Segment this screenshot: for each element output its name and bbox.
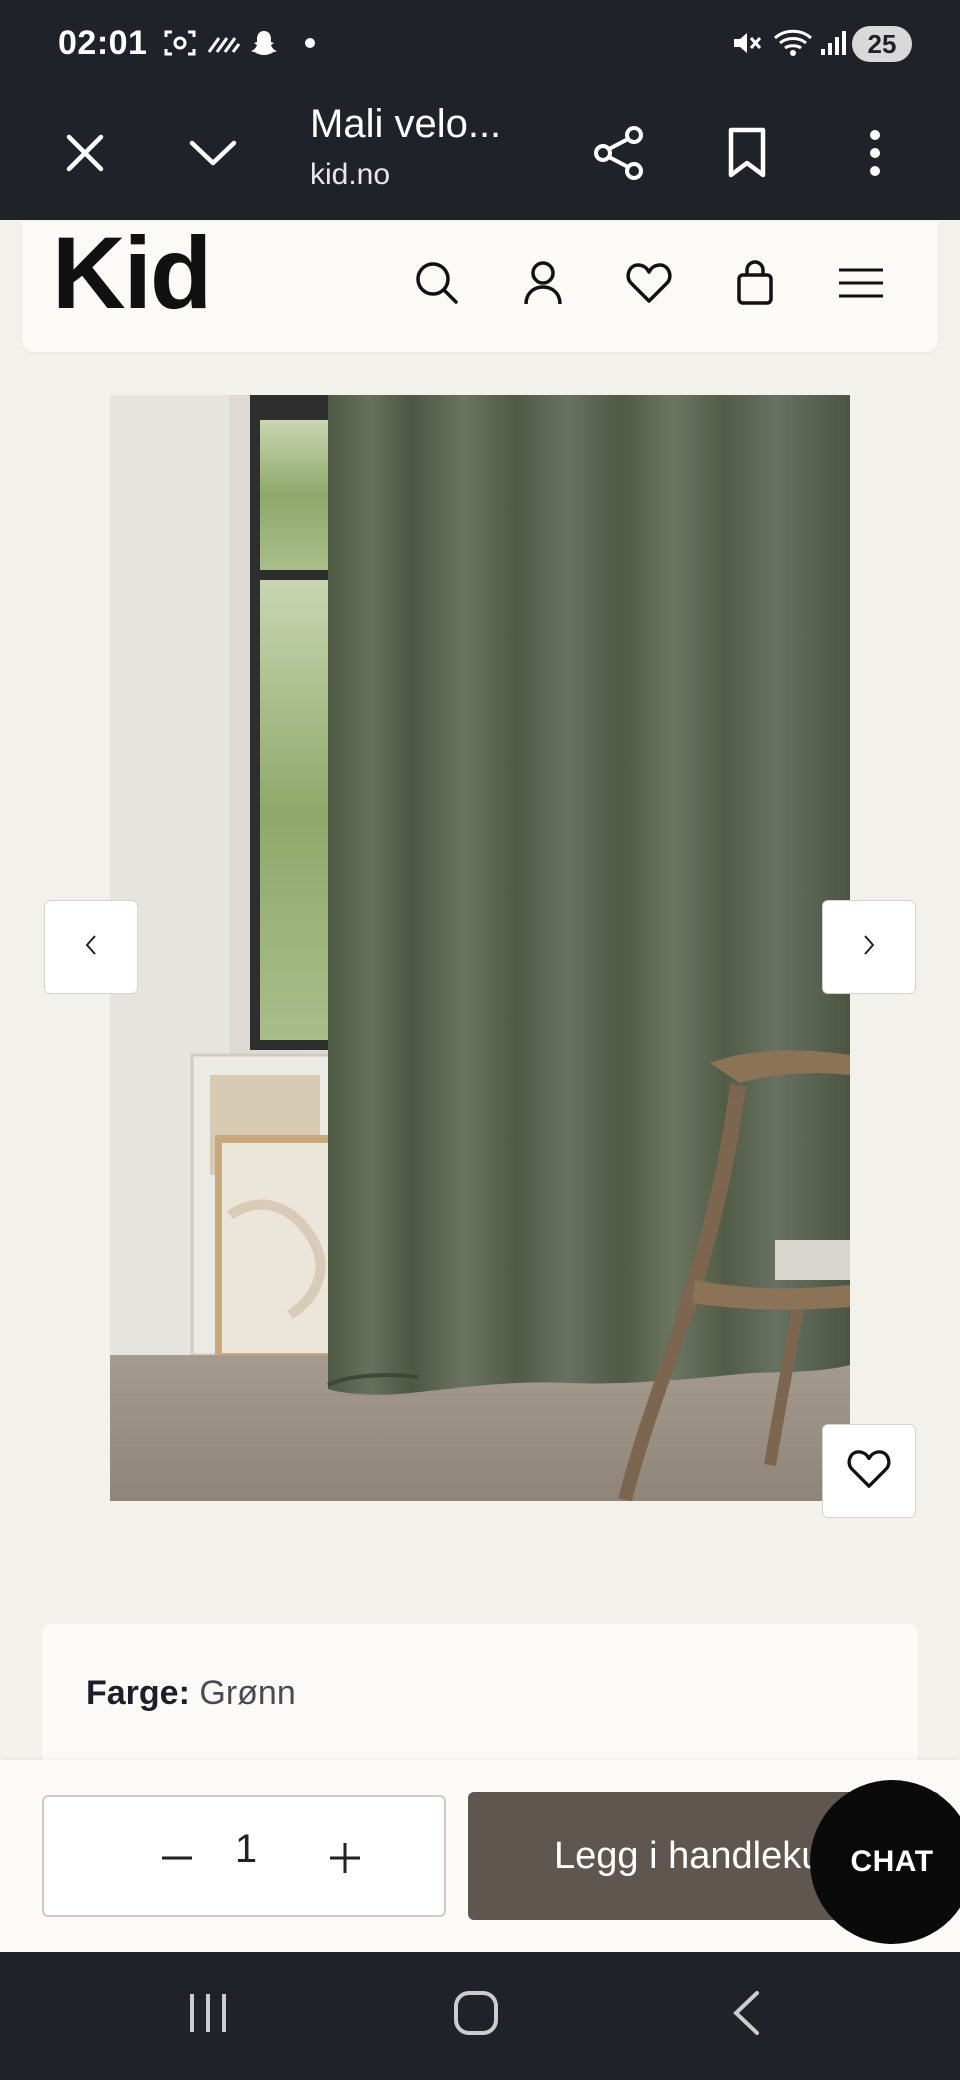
chevron-down-icon — [188, 138, 238, 173]
quantity-value[interactable]: 1 — [224, 1827, 268, 1872]
bookmark-icon — [727, 127, 767, 184]
user-icon — [523, 260, 563, 310]
more-vertical-icon — [868, 129, 882, 182]
browser-toolbar: Mali velo... kid.no — [0, 90, 960, 220]
menu-icon — [837, 267, 885, 304]
kid-logo[interactable]: Kid — [52, 222, 212, 324]
chat-button[interactable]: CHAT — [810, 1780, 960, 1946]
status-time: 02:01 — [58, 24, 148, 62]
more-button[interactable] — [830, 110, 920, 200]
recent-apps-button[interactable] — [168, 1982, 248, 2048]
chat-label: CHAT — [810, 1780, 960, 1944]
product-gallery — [0, 352, 960, 1582]
add-to-cart-label: Legg i handlekurv — [554, 1834, 854, 1877]
screenshot-icon — [162, 26, 198, 60]
page-url[interactable]: kid.no — [310, 158, 390, 192]
next-image-button[interactable] — [822, 900, 916, 994]
system-nav-bar — [0, 1952, 960, 2080]
close-tab-button[interactable] — [40, 110, 130, 200]
color-value: Grønn — [199, 1674, 296, 1712]
quantity-stepper: 1 — [42, 1795, 446, 1917]
increase-quantity-button[interactable] — [312, 1825, 378, 1891]
share-button[interactable] — [574, 110, 664, 200]
battery-icon: 25 — [852, 26, 912, 62]
plus-icon — [330, 1843, 360, 1873]
decrease-quantity-button[interactable] — [144, 1825, 210, 1891]
cart-button[interactable] — [720, 250, 790, 320]
back-button[interactable] — [706, 1982, 786, 2048]
wishlist-button[interactable] — [614, 250, 684, 320]
color-selector[interactable]: Farge: Grønn — [42, 1624, 918, 1764]
heart-icon — [847, 1449, 891, 1494]
menu-button[interactable] — [826, 250, 896, 320]
bookmark-button[interactable] — [702, 110, 792, 200]
heart-icon — [626, 262, 672, 309]
home-button[interactable] — [436, 1982, 516, 2048]
expand-button[interactable] — [168, 110, 258, 200]
page-title[interactable]: Mali velo... — [310, 102, 501, 147]
search-icon — [415, 261, 459, 310]
home-icon — [453, 1990, 499, 2041]
dot-icon — [300, 26, 320, 60]
back-icon — [731, 1990, 761, 2041]
add-to-wishlist-button[interactable] — [822, 1424, 916, 1518]
color-label-row: Farge: Grønn — [86, 1674, 296, 1713]
wifi-icon — [772, 26, 814, 60]
chevron-right-icon — [862, 934, 876, 961]
color-label: Farge: — [86, 1674, 190, 1712]
shopping-bag-icon — [736, 259, 774, 311]
minus-icon — [162, 1856, 192, 1860]
close-icon — [63, 131, 107, 180]
search-button[interactable] — [402, 250, 472, 320]
site-header: Kid — [22, 222, 938, 352]
share-icon — [592, 125, 646, 186]
mute-icon — [730, 26, 764, 60]
chevron-left-icon — [84, 934, 98, 961]
recent-apps-icon — [186, 1991, 230, 2040]
cell-signal-icon — [818, 26, 848, 60]
product-image[interactable] — [110, 395, 850, 1501]
account-button[interactable] — [508, 250, 578, 320]
status-bar: 02:01 25 — [0, 0, 960, 90]
snapchat-icon — [246, 26, 282, 60]
previous-image-button[interactable] — [44, 900, 138, 994]
signal-activity-icon — [206, 26, 242, 60]
